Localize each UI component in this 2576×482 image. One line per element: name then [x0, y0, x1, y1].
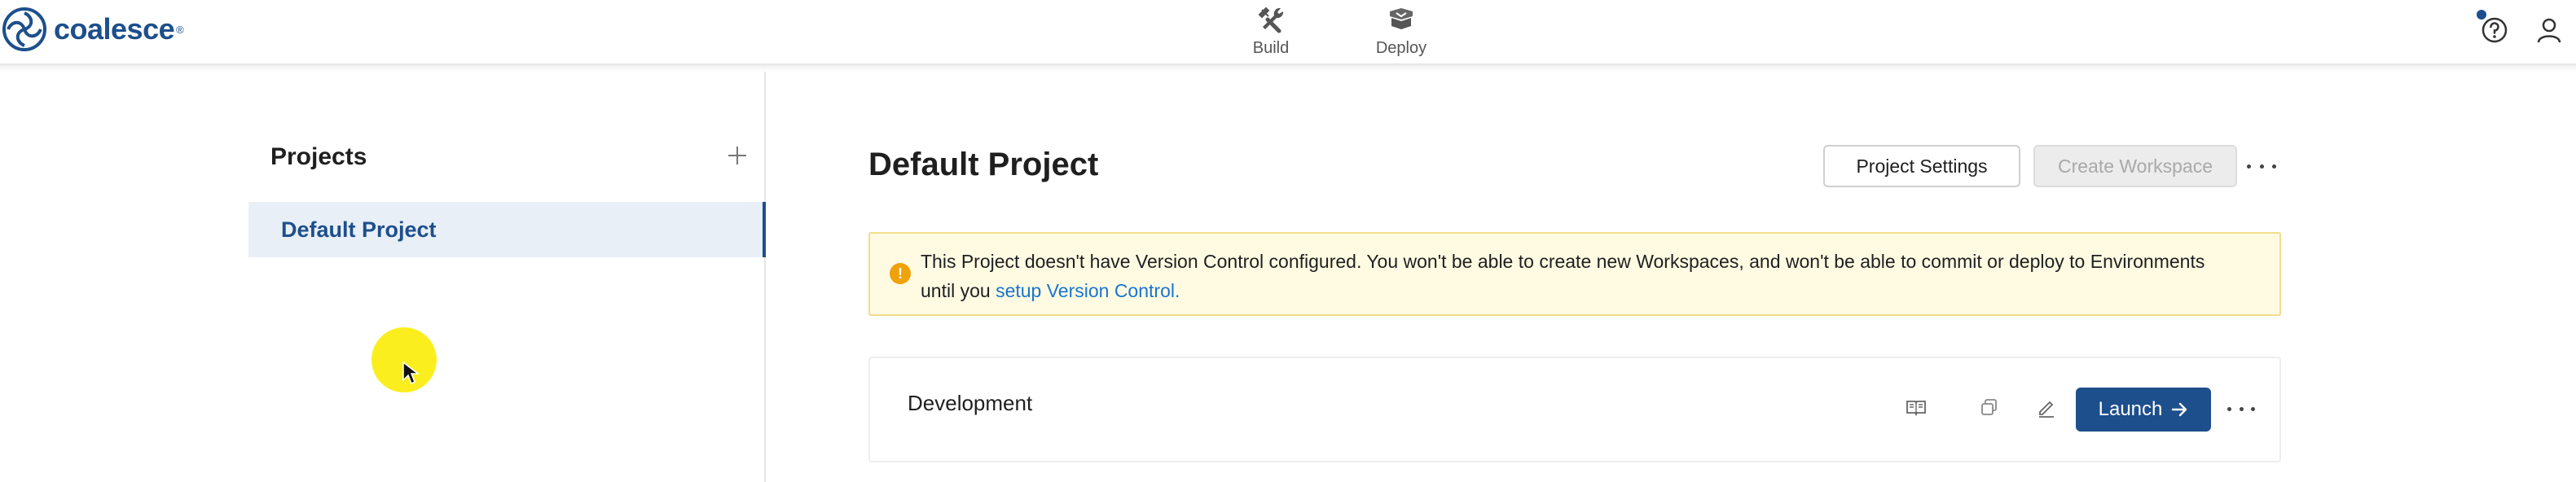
more-options-icon[interactable]	[2247, 155, 2276, 177]
nav-deploy[interactable]: Deploy	[1352, 5, 1450, 58]
environment-more-options-icon[interactable]	[2227, 397, 2255, 420]
setup-version-control-link[interactable]: setup Version Control.	[996, 280, 1180, 301]
nav-build-label: Build	[1252, 39, 1290, 57]
alert-message: This Project doesn't have Version Contro…	[921, 247, 2224, 305]
launch-button[interactable]: Launch	[2076, 388, 2211, 432]
projects-sidebar	[0, 72, 766, 482]
sidebar-item-label: Default Project	[281, 217, 437, 242]
help-icon[interactable]	[2481, 16, 2508, 44]
projects-heading: Projects	[270, 143, 367, 170]
logo[interactable]: coalesce ®	[2, 5, 184, 54]
warning-icon: !	[890, 263, 911, 284]
logo-registered-mark: ®	[176, 23, 184, 36]
environment-card: Development Launch	[868, 357, 2281, 462]
edit-pencil-icon[interactable]	[2035, 396, 2058, 418]
version-control-alert: ! This Project doesn't have Version Cont…	[868, 232, 2281, 316]
create-workspace-button[interactable]: Create Workspace	[2033, 145, 2237, 187]
user-icon[interactable]	[2535, 16, 2563, 44]
nav-build[interactable]: Build	[1222, 5, 1320, 58]
nav-deploy-label: Deploy	[1375, 39, 1427, 57]
tools-icon	[1258, 7, 1284, 33]
top-bar: coalesce ® Build Deploy	[0, 0, 2576, 65]
mouse-cursor-icon	[402, 361, 420, 385]
add-project-plus-icon[interactable]	[727, 145, 748, 166]
logo-text: coalesce	[54, 12, 175, 46]
page-title: Default Project	[868, 147, 1099, 182]
arrow-right-icon	[2172, 402, 2187, 417]
project-settings-button[interactable]: Project Settings	[1823, 145, 2020, 187]
copy-icon[interactable]	[1978, 396, 2001, 418]
environment-name: Development	[908, 391, 1033, 415]
top-bar-divider	[0, 64, 2576, 72]
coalesce-logo-icon	[2, 7, 46, 51]
deploy-icon	[1390, 8, 1413, 29]
launch-button-label: Launch	[2098, 398, 2163, 420]
docs-book-icon[interactable]	[1905, 396, 1928, 418]
sidebar-item-default-project[interactable]: Default Project	[248, 202, 766, 257]
